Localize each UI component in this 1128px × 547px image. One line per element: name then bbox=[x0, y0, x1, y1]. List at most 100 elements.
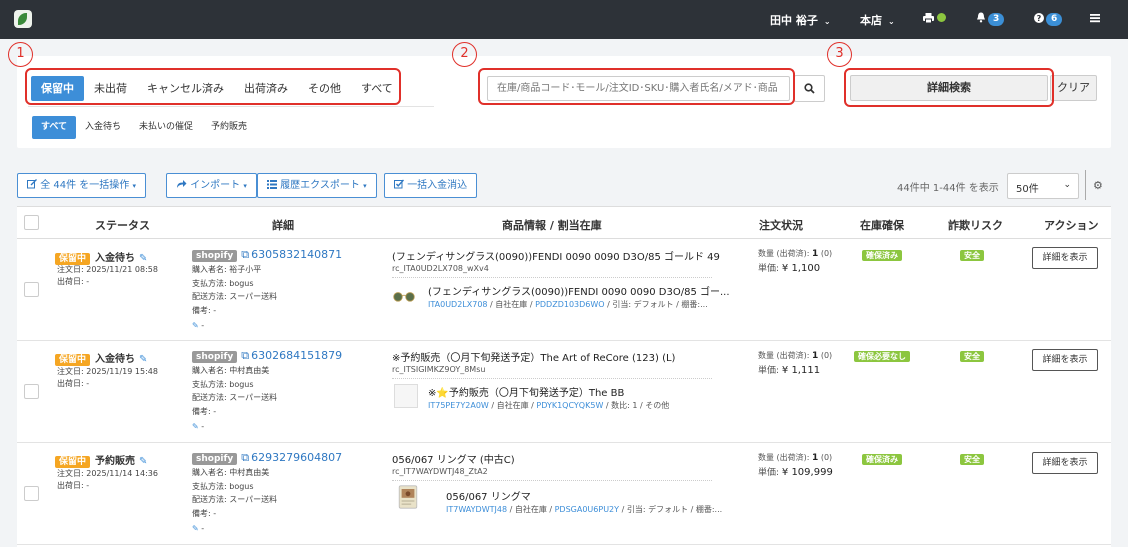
sunglasses-thumbnail bbox=[393, 292, 415, 302]
col-fraud-risk: 詐欺リスク bbox=[948, 219, 1003, 232]
clear-button[interactable]: クリア bbox=[1050, 75, 1097, 101]
external-link-icon[interactable]: ⧉ bbox=[241, 349, 249, 362]
subtab-unpaid-reminder[interactable]: 未払いの催促 bbox=[130, 116, 202, 139]
pencil-icon: ✎ bbox=[192, 422, 199, 431]
dotted-divider bbox=[392, 378, 712, 379]
annotation-box-3 bbox=[844, 68, 1054, 107]
export-button[interactable]: 履歴エクスポート ▾ bbox=[257, 173, 377, 198]
top-bar: 田中 裕子 ⌄ 本店 ⌄ 3 ? 6 bbox=[0, 0, 1128, 39]
meta-separator: / 自社在庫 / bbox=[507, 505, 555, 514]
row-checkbox[interactable] bbox=[24, 282, 39, 297]
gear-icon[interactable]: ⚙ bbox=[1093, 179, 1103, 192]
note: 備考: - bbox=[192, 407, 217, 416]
status-cell: 保留中 入金待ち ✎ bbox=[55, 350, 147, 366]
order-id-link[interactable]: 6305832140871 bbox=[251, 248, 342, 261]
chevron-down-icon: ⌄ bbox=[823, 17, 831, 26]
external-link-icon[interactable]: ⧉ bbox=[241, 451, 249, 464]
buyer-name: 購入者名: 中村真由美 bbox=[192, 366, 270, 375]
payment-method: 支払方法: bogus bbox=[192, 482, 254, 491]
product-code-link[interactable]: PDDZD103D6WO bbox=[535, 300, 605, 309]
select-all-checkbox[interactable] bbox=[24, 215, 39, 230]
price-value: ¥ 109,999 bbox=[781, 467, 833, 478]
edit-note[interactable]: ✎ - bbox=[192, 320, 204, 332]
printer-status-dot bbox=[937, 13, 946, 22]
view-details-button[interactable]: 詳細を表示 bbox=[1032, 452, 1098, 474]
card-thumbnail bbox=[398, 485, 418, 509]
subtab-all[interactable]: すべて bbox=[32, 116, 77, 139]
pencil-icon[interactable]: ✎ bbox=[139, 354, 147, 365]
bell-icon bbox=[977, 12, 985, 23]
item-code-link[interactable]: IT75PE7Y2A0W bbox=[428, 401, 489, 410]
dotted-divider bbox=[392, 277, 712, 278]
store-menu[interactable]: 本店 ⌄ bbox=[860, 12, 895, 28]
logo-icon[interactable] bbox=[14, 10, 32, 28]
order-date: 注文日: 2025/11/19 15:48 bbox=[57, 367, 158, 376]
quantity: 数量 (出荷済): 1 (0) bbox=[758, 248, 832, 259]
item-code-link[interactable]: IT7WAYDWTJ48 bbox=[446, 505, 507, 514]
hamburger-icon[interactable] bbox=[1090, 13, 1100, 26]
stock-badge: 確保必要なし bbox=[854, 351, 910, 362]
bulk-action-button[interactable]: 全 44件 を一括操作 ▾ bbox=[17, 173, 146, 198]
status-cell: 保留中 入金待ち ✎ bbox=[55, 249, 147, 265]
annotation-box-2 bbox=[478, 68, 795, 105]
ship-date: 出荷日: - bbox=[57, 277, 90, 286]
price-value: ¥ 1,100 bbox=[781, 263, 821, 274]
row-checkbox[interactable] bbox=[24, 486, 39, 501]
subtab-preorder[interactable]: 予約販売 bbox=[202, 116, 256, 139]
col-order-status: 注文状況 bbox=[759, 219, 803, 232]
edit-note[interactable]: ✎ - bbox=[192, 421, 204, 433]
help-count: 6 bbox=[1046, 13, 1063, 26]
edit-note[interactable]: ✎ - bbox=[192, 523, 204, 535]
notifications-button[interactable]: 3 bbox=[976, 12, 1005, 26]
allocated-item-title: ※⭐予約販売（〇月下旬発送予定）The BB bbox=[428, 388, 625, 399]
edit-note-text: - bbox=[201, 422, 205, 431]
allocated-item-meta: ITA0UD2LX708 / 自社在庫 / PDDZD103D6WO / 引当:… bbox=[428, 299, 708, 310]
edit-note-text: - bbox=[201, 524, 205, 533]
order-id-link[interactable]: 6302684151879 bbox=[251, 349, 342, 362]
per-page-select[interactable]: 50件 ⌄ bbox=[1007, 173, 1079, 199]
printer-status[interactable] bbox=[923, 12, 946, 25]
ship-date: 出荷日: - bbox=[57, 379, 90, 388]
product-code-link[interactable]: PDYK1QCYQK5W bbox=[536, 401, 603, 410]
order-id-cell: shopify ⧉ 6293279604807 bbox=[192, 451, 342, 465]
edit-icon bbox=[27, 179, 37, 189]
allocated-item-meta: IT75PE7Y2A0W / 自社在庫 / PDYK1QCYQK5W / 数比:… bbox=[428, 400, 669, 411]
user-menu[interactable]: 田中 裕子 ⌄ bbox=[770, 12, 831, 28]
allocated-item-title: (フェンディサングラス(0090))FENDI 0090 0090 D3O/85… bbox=[428, 287, 730, 298]
chevron-down-icon: ⌄ bbox=[888, 17, 895, 26]
subtab-awaiting-payment[interactable]: 入金待ち bbox=[76, 116, 130, 139]
status-tag: 保留中 bbox=[55, 354, 91, 366]
meta-separator: / 自社在庫 / bbox=[487, 300, 536, 309]
pencil-icon[interactable]: ✎ bbox=[139, 456, 147, 467]
note: 備考: - bbox=[192, 306, 217, 315]
meta-separator: / 自社在庫 / bbox=[488, 401, 537, 410]
table-row: 保留中 入金待ち ✎ 注文日: 2025/11/21 08:58 出荷日: - sh… bbox=[17, 239, 1111, 341]
order-id-link[interactable]: 6293279604807 bbox=[251, 451, 342, 464]
help-button[interactable]: ? 6 bbox=[1034, 12, 1063, 26]
allocated-item-title: 056/067 リングマ bbox=[446, 492, 531, 503]
item-code-link[interactable]: ITA0UD2LX708 bbox=[428, 300, 488, 309]
external-link-icon[interactable]: ⧉ bbox=[241, 248, 249, 261]
pencil-icon[interactable]: ✎ bbox=[139, 253, 147, 264]
status-text: 予約販売 bbox=[95, 456, 136, 467]
store-name: 本店 bbox=[860, 14, 882, 27]
view-details-button[interactable]: 詳細を表示 bbox=[1032, 349, 1098, 371]
bulk-payment-button[interactable]: 一括入金消込 bbox=[384, 173, 478, 198]
buyer-name: 購入者名: 裕子小平 bbox=[192, 265, 262, 274]
product-code-link[interactable]: PDSGA0U6PU2Y bbox=[555, 505, 619, 514]
import-button[interactable]: インポート ▾ bbox=[166, 173, 257, 198]
view-details-button[interactable]: 詳細を表示 bbox=[1032, 247, 1098, 269]
search-button[interactable] bbox=[794, 75, 825, 102]
col-product: 商品情報 / 割当在庫 bbox=[502, 219, 602, 232]
result-count: 44件中 1-44件 を表示 bbox=[897, 183, 999, 194]
printer-icon bbox=[923, 13, 934, 24]
delivery-method: 配送方法: スーパー送料 bbox=[192, 393, 278, 402]
row-checkbox[interactable] bbox=[24, 384, 39, 399]
meta-rest: / 数比: 1 / その他 bbox=[603, 401, 670, 410]
allocated-item-meta: IT7WAYDWTJ48 / 自社在庫 / PDSGA0U6PU2Y / 引当:… bbox=[446, 504, 722, 515]
price-label: 単価: bbox=[758, 264, 782, 274]
stock-cell: 確保必要なし bbox=[854, 349, 910, 362]
toolbar-divider bbox=[1085, 170, 1086, 200]
payment-method: 支払方法: bogus bbox=[192, 380, 254, 389]
table-row: 保留中 入金待ち ✎ 注文日: 2025/11/19 15:48 出荷日: - sh… bbox=[17, 341, 1111, 443]
